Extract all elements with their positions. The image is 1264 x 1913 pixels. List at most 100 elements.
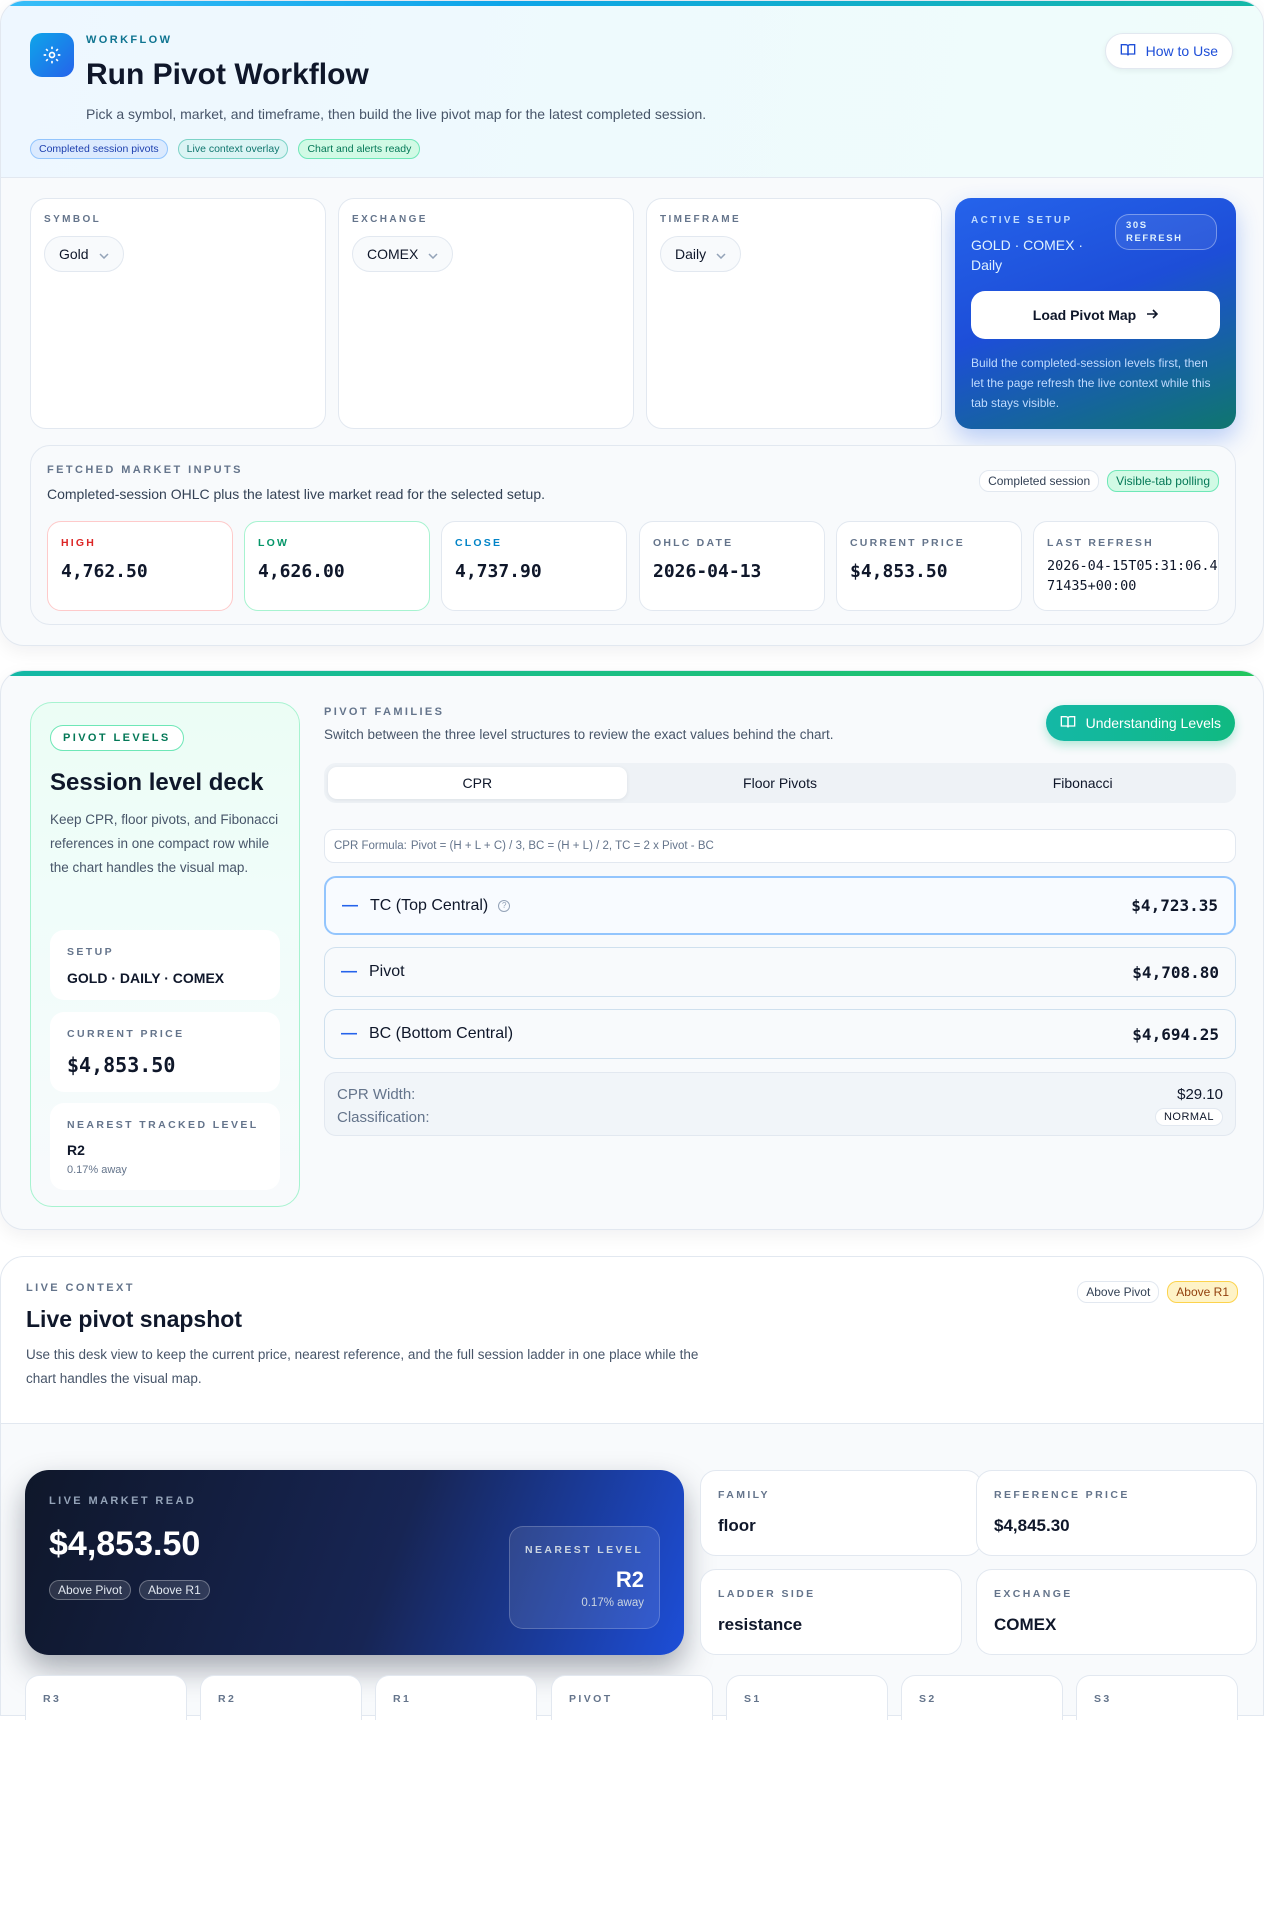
- stat-label: LAST REFRESH: [1047, 537, 1154, 549]
- chevron-down-icon: [428, 246, 438, 262]
- workflow-header: WORKFLOW Run Pivot Workflow Pick a symbo…: [1, 6, 1263, 178]
- load-pivot-map-button[interactable]: Load Pivot Map: [971, 291, 1220, 339]
- nearest-level-distance: 0.17% away: [581, 1597, 644, 1609]
- ladder-label: S3: [1094, 1693, 1112, 1705]
- status-badge: Above R1: [139, 1580, 210, 1600]
- page-subtitle: Pick a symbol, market, and timeframe, th…: [86, 106, 707, 122]
- stat-value: 4,762.50: [61, 561, 148, 582]
- how-to-use-button[interactable]: How to Use: [1104, 33, 1233, 69]
- status-badge: Visible-tab polling: [1107, 470, 1219, 492]
- status-badge: Completed session: [979, 470, 1100, 492]
- deck-nearest-value: R2: [67, 1142, 85, 1158]
- exchange-label: EXCHANGE: [352, 214, 428, 225]
- accent-bar: [1, 671, 1263, 676]
- reference-price-card: REFERENCE PRICE $4,845.30: [976, 1470, 1257, 1556]
- fetched-eyebrow: FETCHED MARKET INPUTS: [47, 464, 243, 476]
- status-badge: Above Pivot: [1077, 1281, 1160, 1303]
- deck-title: Session level deck: [50, 769, 264, 796]
- fetched-subtitle: Completed-session OHLC plus the latest l…: [47, 486, 546, 502]
- reference-price-value: $4,845.30: [994, 1516, 1070, 1535]
- active-setup-note: Build the completed-session levels first…: [971, 356, 1211, 410]
- nearest-level-value: R2: [615, 1567, 644, 1592]
- tab-fibonacci[interactable]: Fibonacci: [933, 767, 1232, 799]
- ladder-label: PIVOT: [569, 1693, 613, 1705]
- families-eyebrow: PIVOT FAMILIES: [324, 706, 445, 718]
- ladder-card-pivot: PIVOT: [551, 1675, 713, 1720]
- symbol-value: Gold: [59, 246, 89, 262]
- live-context-description: Use this desk view to keep the current p…: [26, 1347, 699, 1386]
- timeframe-label: TIMEFRAME: [660, 214, 742, 225]
- tab-floor-pivots[interactable]: Floor Pivots: [631, 767, 930, 799]
- exchange-select[interactable]: COMEX: [352, 236, 454, 272]
- feature-chip: Chart and alerts ready: [298, 139, 421, 159]
- level-value: $4,723.35: [1131, 896, 1218, 915]
- stat-label: CLOSE: [455, 537, 503, 549]
- feature-chips: Completed session pivots Live context ov…: [30, 139, 421, 159]
- blank-area: [0, 1720, 1264, 1913]
- stat-high: HIGH 4,762.50: [47, 521, 233, 611]
- stat-current-price: CURRENT PRICE $4,853.50: [836, 521, 1022, 611]
- deck-nearest-box: NEAREST TRACKED LEVEL R2 0.17% away: [50, 1103, 280, 1190]
- exchange-value: COMEX: [367, 246, 419, 262]
- dash-icon: —: [342, 896, 358, 914]
- level-value: $4,694.25: [1132, 1024, 1219, 1044]
- arrow-right-icon: [1146, 307, 1159, 323]
- understanding-levels-label: Understanding Levels: [1085, 715, 1221, 731]
- symbol-selector-card: SYMBOL Gold: [30, 198, 326, 429]
- family-label: FAMILY: [718, 1489, 770, 1501]
- understanding-levels-button[interactable]: Understanding Levels: [1045, 705, 1235, 741]
- active-setup-eyebrow: ACTIVE SETUP: [971, 215, 1073, 226]
- classification-label: Classification:: [337, 1109, 430, 1126]
- help-icon[interactable]: ?: [498, 899, 511, 912]
- ladder-label: R1: [393, 1693, 412, 1705]
- level-name: BC (Bottom Central): [369, 1025, 514, 1042]
- feature-chip: Completed session pivots: [30, 139, 168, 159]
- timeframe-select[interactable]: Daily: [660, 236, 742, 272]
- classification-badge: NORMAL: [1154, 1108, 1223, 1126]
- nearest-level-eyebrow: NEAREST LEVEL: [525, 1544, 644, 1556]
- session-level-deck: PIVOT LEVELS Session level deck Keep CPR…: [30, 702, 300, 1207]
- live-price: $4,853.50: [49, 1525, 201, 1563]
- stat-label: OHLC DATE: [653, 537, 734, 549]
- pivot-family-tabs: CPR Floor Pivots Fibonacci: [324, 763, 1236, 803]
- cpr-formula: CPR Formula: Pivot = (H + L + C) / 3, BC…: [324, 829, 1236, 863]
- tab-cpr[interactable]: CPR: [328, 767, 627, 799]
- level-row-tc[interactable]: — TC (Top Central) ? $4,723.35: [324, 876, 1236, 935]
- book-icon: [1060, 715, 1076, 732]
- exchange-label: EXCHANGE: [994, 1588, 1073, 1600]
- formula-text: Pivot = (H + L + C) / 3, BC = (H + L) / …: [410, 840, 714, 852]
- stat-close: CLOSE 4,737.90: [441, 521, 627, 611]
- page-title: Run Pivot Workflow: [86, 58, 369, 91]
- fetched-inputs-panel: FETCHED MARKET INPUTS Completed-session …: [30, 445, 1236, 625]
- formula-label: CPR Formula:: [334, 840, 407, 852]
- stat-label: HIGH: [61, 537, 97, 549]
- ladder-side-value: resistance: [718, 1615, 803, 1634]
- active-setup-value: GOLD · COMEX · Daily: [971, 237, 1084, 273]
- dash-icon: —: [341, 963, 357, 980]
- exchange-value: COMEX: [994, 1615, 1057, 1634]
- dash-icon: —: [341, 1025, 357, 1042]
- ladder-card-r2: R2: [200, 1675, 362, 1720]
- level-row-pivot[interactable]: — Pivot $4,708.80: [324, 947, 1236, 997]
- load-pivot-map-label: Load Pivot Map: [1032, 307, 1137, 323]
- stat-value: $4,853.50: [850, 561, 948, 582]
- exchange-card: EXCHANGE COMEX: [976, 1569, 1257, 1655]
- ladder-card-r1: R1: [375, 1675, 537, 1720]
- symbol-select[interactable]: Gold: [44, 236, 124, 272]
- workflow-card: WORKFLOW Run Pivot Workflow Pick a symbo…: [0, 0, 1264, 646]
- timeframe-value: Daily: [675, 246, 707, 262]
- chevron-down-icon: [99, 246, 109, 262]
- status-badge: Above R1: [1167, 1281, 1238, 1303]
- workflow-eyebrow: WORKFLOW: [86, 34, 173, 46]
- level-name: Pivot: [369, 963, 405, 980]
- refresh-badge: 30S REFRESH: [1115, 214, 1217, 250]
- cpr-width-value: $29.10: [1177, 1086, 1223, 1103]
- stat-label: LOW: [258, 537, 290, 549]
- family-card: FAMILY floor: [700, 1470, 982, 1556]
- how-to-use-label: How to Use: [1145, 43, 1218, 59]
- level-row-bc[interactable]: — BC (Bottom Central) $4,694.25: [324, 1009, 1236, 1059]
- deck-current-value: $4,853.50: [67, 1053, 176, 1077]
- deck-nearest-distance: 0.17% away: [67, 1164, 127, 1176]
- stat-ohlc-date: OHLC DATE 2026-04-13: [639, 521, 825, 611]
- stat-last-refresh: LAST REFRESH 2026-04-15T05:31:06.471435+…: [1033, 521, 1219, 611]
